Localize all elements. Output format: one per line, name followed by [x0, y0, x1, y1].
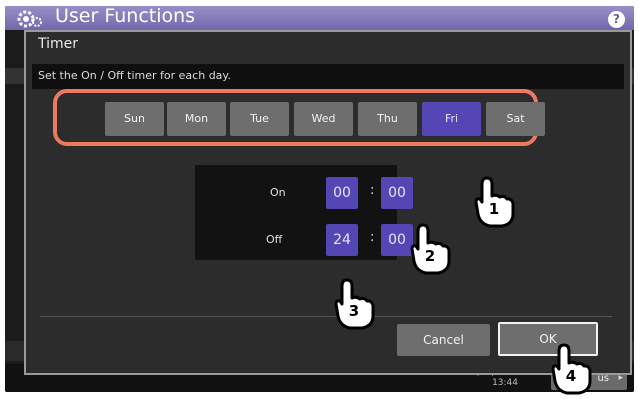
day-button-mon[interactable]: Mon — [167, 102, 226, 136]
off-time-label: Off — [266, 233, 283, 246]
on-time-separator: : — [370, 183, 375, 198]
help-icon[interactable]: ? — [608, 11, 625, 28]
pointing-hand-icon: 3 — [332, 278, 378, 330]
pointing-hand-icon: 1 — [472, 176, 518, 228]
dialog-divider — [40, 316, 612, 317]
time-text: 13:44 — [492, 378, 518, 388]
callout-number: 1 — [488, 200, 500, 218]
off-time-separator: : — [370, 230, 375, 245]
day-button-thu[interactable]: Thu — [358, 102, 417, 136]
app-title: User Functions — [55, 6, 196, 27]
pointing-hand-icon: 4 — [549, 343, 595, 395]
message-bar: Set the On / Off timer for each day. — [32, 64, 624, 89]
callout-number: 2 — [424, 247, 436, 265]
callout-number: 4 — [565, 367, 577, 385]
pointing-hand-icon: 2 — [408, 223, 454, 275]
day-button-wed[interactable]: Wed — [294, 102, 353, 136]
on-minute-field[interactable]: 00 — [381, 177, 413, 209]
day-button-sat[interactable]: Sat — [486, 102, 545, 136]
dialog-message: Set the On / Off timer for each day. — [38, 69, 231, 82]
cancel-button[interactable]: Cancel — [397, 324, 490, 356]
dialog-title: Timer — [38, 36, 79, 52]
gear-icon — [17, 10, 42, 28]
on-hour-field[interactable]: 00 — [326, 177, 358, 209]
title-bar: User Functions ? — [5, 6, 634, 30]
off-hour-field[interactable]: 24 — [326, 224, 358, 256]
day-button-fri[interactable]: Fri — [422, 102, 481, 136]
day-button-sun[interactable]: Sun — [105, 102, 164, 136]
timer-panel: On 00 : 00 Off 24 : 00 — [195, 165, 413, 260]
callout-number: 3 — [348, 302, 360, 320]
on-time-label: On — [270, 186, 286, 199]
day-button-tue[interactable]: Tue — [230, 102, 289, 136]
